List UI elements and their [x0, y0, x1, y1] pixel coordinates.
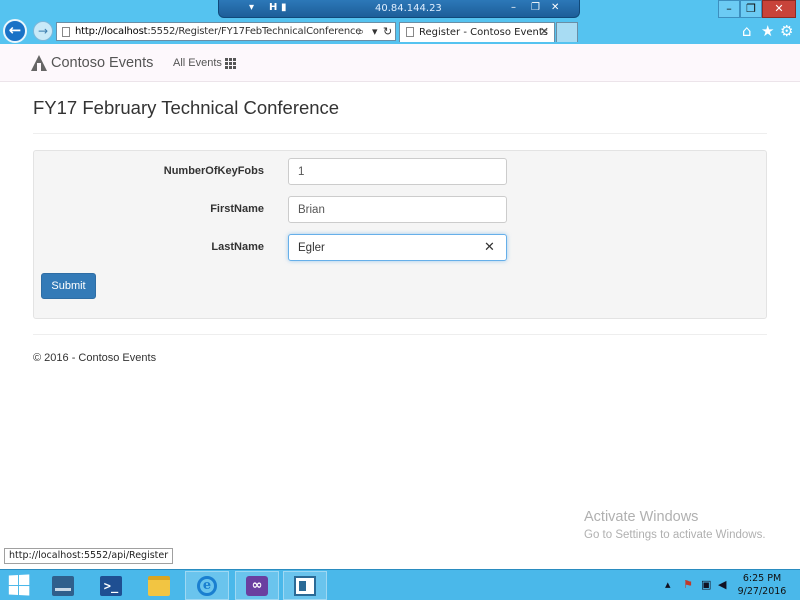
window-minimize-button[interactable]: –	[718, 0, 740, 18]
favorites-icon[interactable]: ★	[761, 22, 774, 40]
app-window-icon	[294, 575, 316, 596]
taskbar: >_ e ∞ ▴ ⚑ ▣ ◀ 6:25 PM 9/27/2016	[0, 569, 800, 600]
grid-icon	[224, 57, 236, 69]
address-bar[interactable]: http://localhost:5552/Register/FY17FebTe…	[56, 22, 396, 41]
divider	[33, 133, 767, 134]
brand-text: Contoso Events	[51, 55, 154, 71]
status-bar-url: http://localhost:5552/api/Register	[4, 548, 174, 564]
taskbar-visual-studio[interactable]: ∞	[235, 571, 279, 600]
taskbar-app-window[interactable]	[283, 571, 327, 600]
taskbar-file-explorer[interactable]	[137, 571, 181, 600]
forward-button[interactable]: →	[33, 21, 53, 41]
close-icon[interactable]: ✕	[540, 25, 549, 38]
pin-icon[interactable]: ▾	[249, 2, 254, 13]
home-icon[interactable]: ⌂	[742, 22, 752, 40]
clock[interactable]: 6:25 PM 9/27/2016	[732, 572, 792, 598]
taskbar-server-manager[interactable]	[41, 571, 85, 600]
window-close-button[interactable]: ✕	[762, 0, 796, 18]
all-events-label: All Events	[173, 57, 222, 69]
brand-logo-icon	[31, 55, 47, 71]
rd-minimize-button[interactable]: –	[511, 2, 516, 13]
site-navbar: Contoso Events All Events	[0, 44, 800, 82]
footer-divider	[33, 334, 767, 335]
browser-chrome: ▾ H ▮ 40.84.144.23 – ❐ ✕ – ❐ ✕ ← → http:…	[0, 0, 800, 44]
remote-desktop-bar: ▾ H ▮ 40.84.144.23 – ❐ ✕	[218, 0, 580, 18]
tray-expand-icon[interactable]: ▴	[665, 578, 671, 591]
remote-ip: 40.84.144.23	[375, 3, 442, 14]
all-events-link[interactable]: All Events	[173, 57, 236, 69]
page-icon	[62, 27, 70, 37]
field-label-first-name: FirstName	[210, 203, 264, 215]
page-icon	[406, 27, 414, 37]
volume-icon[interactable]: ◀	[718, 578, 726, 591]
action-center-icon[interactable]: ⚑	[683, 578, 693, 591]
visual-studio-icon: ∞	[246, 575, 268, 596]
refresh-icon[interactable]: ↻	[383, 25, 392, 38]
taskbar-internet-explorer[interactable]: e	[185, 571, 229, 600]
signal-icon: H	[269, 2, 278, 13]
tab-title: Register - Contoso Events	[419, 27, 548, 38]
new-tab-button[interactable]	[556, 22, 578, 42]
taskbar-powershell[interactable]: >_	[89, 571, 133, 600]
clock-date: 9/27/2016	[737, 586, 787, 597]
brand-link[interactable]: Contoso Events	[31, 55, 153, 71]
search-icon[interactable]: ⌕	[358, 25, 364, 39]
last-name-input[interactable]	[288, 234, 507, 261]
back-button[interactable]: ←	[3, 19, 27, 43]
field-label-number-of-key-fobs: NumberOfKeyFobs	[163, 165, 264, 177]
activation-watermark-title: Activate Windows	[584, 509, 699, 525]
window-restore-button[interactable]: ❐	[740, 0, 762, 18]
activation-watermark-subtitle: Go to Settings to activate Windows.	[584, 529, 766, 541]
number-of-key-fobs-input[interactable]	[288, 158, 507, 185]
signal-bars-icon: ▮	[281, 2, 287, 13]
page-title: FY17 February Technical Conference	[33, 97, 340, 118]
url-text: http://localhost:5552/Register/FY17FebTe…	[75, 26, 362, 37]
internet-explorer-icon: e	[197, 575, 217, 596]
gear-icon[interactable]: ⚙	[780, 22, 793, 40]
clear-input-icon[interactable]: ✕	[484, 240, 495, 255]
first-name-input[interactable]	[288, 196, 507, 223]
clock-time: 6:25 PM	[742, 573, 782, 584]
tab-register[interactable]: Register - Contoso Events ✕	[399, 22, 555, 42]
footer-copyright: © 2016 - Contoso Events	[33, 352, 157, 364]
rd-close-button[interactable]: ✕	[551, 2, 559, 13]
network-icon[interactable]: ▣	[701, 578, 711, 591]
server-manager-icon	[52, 575, 74, 596]
submit-button[interactable]: Submit	[41, 273, 96, 299]
powershell-icon: >_	[100, 575, 122, 596]
chevron-down-icon[interactable]: ▾	[372, 25, 378, 38]
folder-icon	[148, 575, 170, 596]
start-button[interactable]	[8, 574, 31, 596]
field-label-last-name: LastName	[211, 241, 264, 253]
rd-restore-button[interactable]: ❐	[531, 2, 540, 13]
